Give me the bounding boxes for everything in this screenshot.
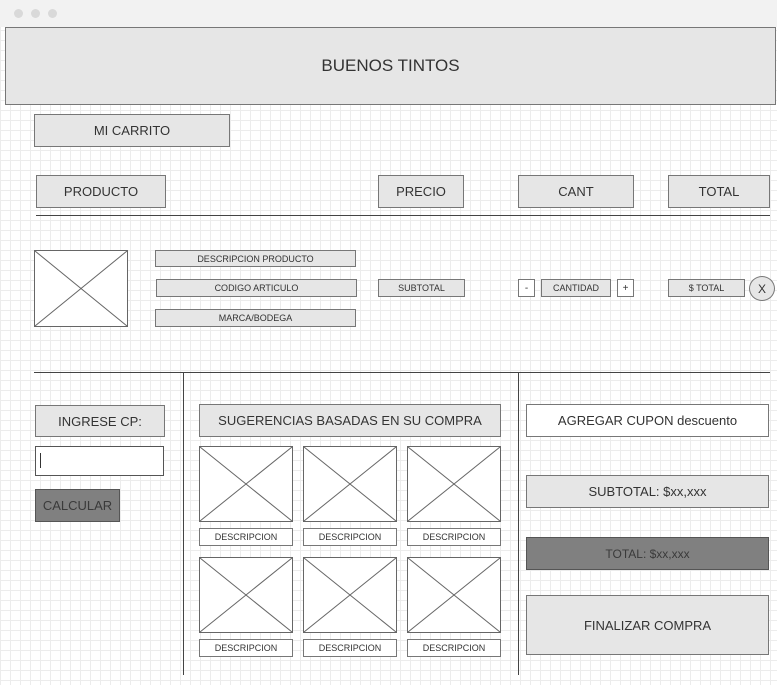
suggestion-image-placeholder[interactable] (199, 446, 293, 522)
suggestion-description[interactable]: DESCRIPCION (407, 639, 501, 657)
product-image-placeholder (34, 250, 128, 327)
suggestions-title: SUGERENCIAS BASADAS EN SU COMPRA (199, 404, 501, 437)
suggestion-description[interactable]: DESCRIPCION (199, 528, 293, 546)
text-cursor (40, 453, 41, 468)
decrease-quantity-button[interactable]: - (518, 279, 535, 297)
window-close-dot[interactable] (14, 9, 23, 18)
add-coupon-button[interactable]: AGREGAR CUPON descuento (526, 404, 769, 437)
cart-title: MI CARRITO (34, 114, 230, 147)
suggestion-description[interactable]: DESCRIPCION (303, 639, 397, 657)
column-divider-right (518, 372, 519, 675)
product-brand: MARCA/BODEGA (155, 309, 356, 327)
column-header-quantity: CANT (518, 175, 634, 208)
suggestion-image-placeholder[interactable] (303, 446, 397, 522)
postal-code-input[interactable] (35, 446, 164, 476)
window-titlebar (0, 0, 777, 27)
suggestion-description[interactable]: DESCRIPCION (303, 528, 397, 546)
product-description: DESCRIPCION PRODUCTO (155, 250, 356, 267)
suggestion-description[interactable]: DESCRIPCION (407, 528, 501, 546)
checkout-button[interactable]: FINALIZAR COMPRA (526, 595, 769, 655)
window-maximize-dot[interactable] (48, 9, 57, 18)
suggestion-image-placeholder[interactable] (407, 446, 501, 522)
order-subtotal: SUBTOTAL: $xx,xxx (526, 475, 769, 508)
header-divider (36, 215, 770, 216)
product-code: CODIGO ARTICULO (156, 279, 357, 297)
increase-quantity-button[interactable]: + (617, 279, 634, 297)
window-minimize-dot[interactable] (31, 9, 40, 18)
suggestion-image-placeholder[interactable] (303, 557, 397, 633)
order-total: TOTAL: $xx,xxx (526, 537, 769, 570)
column-divider-left (183, 372, 184, 675)
section-divider (34, 372, 770, 373)
column-header-product: PRODUCTO (36, 175, 166, 208)
item-total: $ TOTAL (668, 279, 745, 297)
postal-code-label: INGRESE CP: (35, 405, 165, 437)
column-header-total: TOTAL (668, 175, 770, 208)
site-title: BUENOS TINTOS (321, 56, 460, 75)
calculate-shipping-button[interactable]: CALCULAR (35, 489, 120, 522)
suggestion-image-placeholder[interactable] (407, 557, 501, 633)
suggestion-description[interactable]: DESCRIPCION (199, 639, 293, 657)
column-header-price: PRECIO (378, 175, 464, 208)
quantity-field[interactable]: CANTIDAD (541, 279, 611, 297)
suggestion-image-placeholder[interactable] (199, 557, 293, 633)
site-header: BUENOS TINTOS (5, 27, 776, 105)
item-subtotal: SUBTOTAL (378, 279, 465, 297)
remove-item-button[interactable]: X (749, 276, 775, 301)
